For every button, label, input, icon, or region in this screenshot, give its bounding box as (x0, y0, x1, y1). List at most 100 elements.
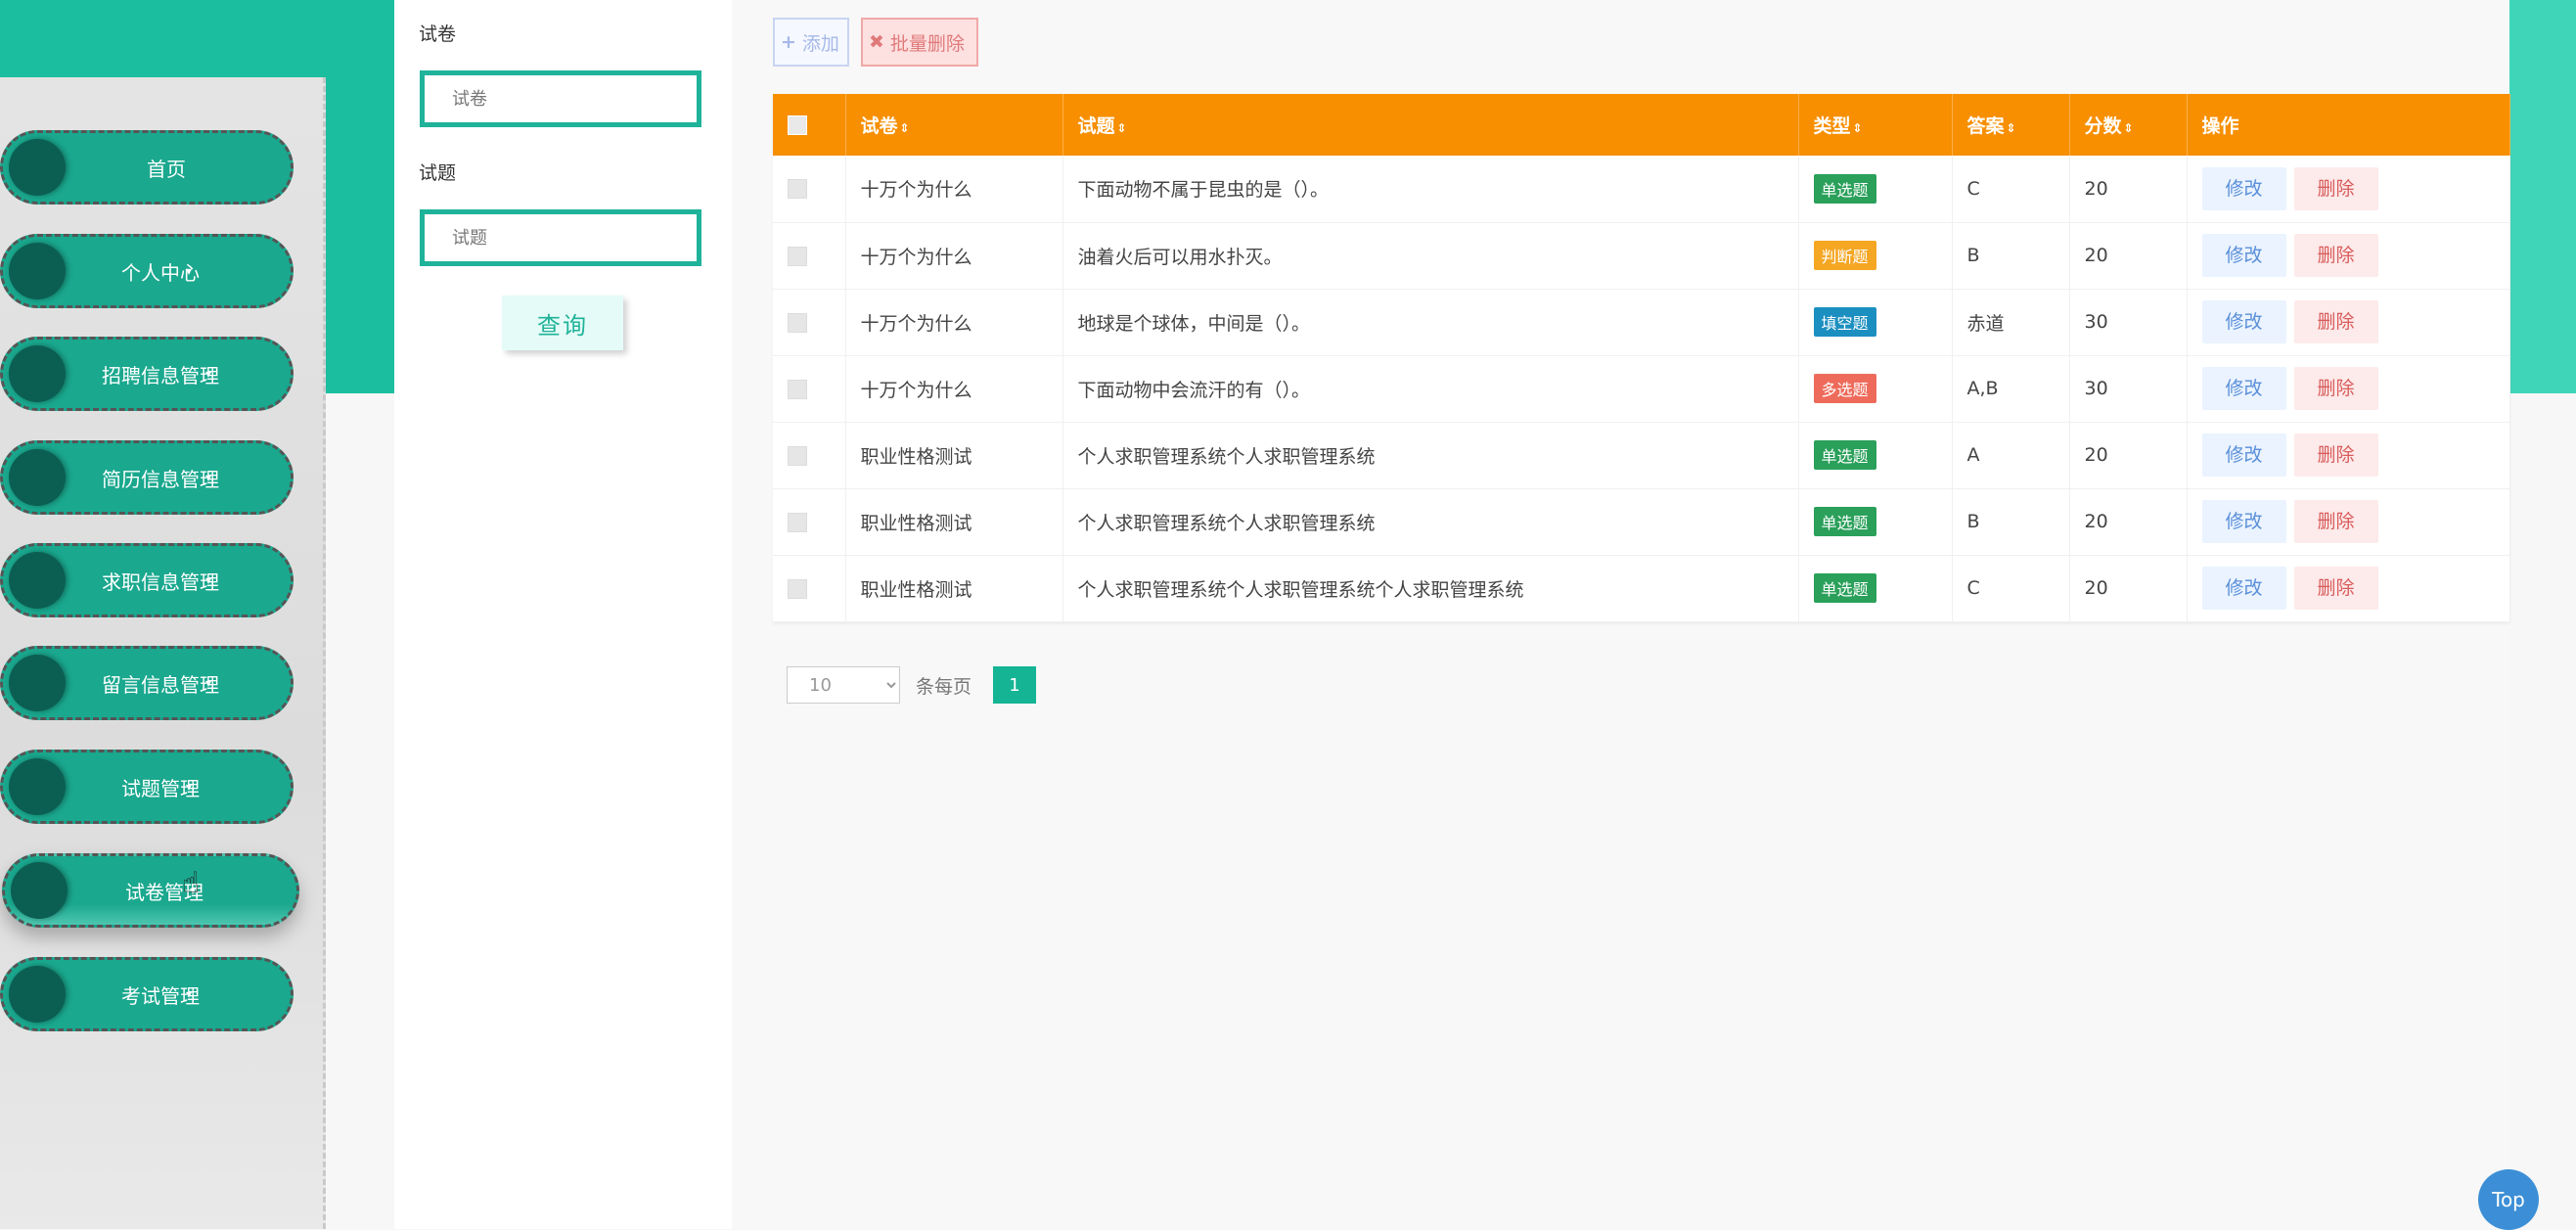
delete-button[interactable]: 删除 (2293, 367, 2378, 410)
type-badge: 多选题 (1813, 374, 1876, 403)
sidebar-item[interactable]: 个人中心 ▾ (0, 234, 294, 308)
table-row: 十万个为什么 下面动物不属于昆虫的是（）。 单选题 C 20 修改 删除 (773, 156, 2510, 222)
add-button[interactable]: + 添加 (773, 18, 849, 67)
type-badge: 判断题 (1813, 241, 1876, 270)
actions-cell: 修改 删除 (2187, 355, 2510, 422)
row-checkbox[interactable] (788, 578, 807, 599)
column-header-paper[interactable]: 试卷 ⇕ (845, 94, 1063, 156)
question-search-input[interactable] (420, 209, 701, 266)
answer-cell: 赤道 (1952, 289, 2070, 355)
add-button-label: 添加 (801, 32, 839, 55)
type-cell: 填空题 (1798, 289, 1953, 355)
paper-cell: 十万个为什么 (845, 355, 1063, 422)
sidebar-item[interactable]: 首页 (0, 130, 294, 205)
type-badge: 单选题 (1813, 440, 1876, 470)
sort-icon: ⇕ (1852, 121, 1863, 135)
query-button[interactable]: 查询 (502, 296, 623, 350)
column-header-answer[interactable]: 答案 ⇕ (1952, 94, 2070, 156)
row-checkbox[interactable] (788, 379, 807, 399)
edit-button[interactable]: 修改 (2201, 500, 2286, 543)
paper-search-input[interactable] (420, 70, 701, 127)
edit-button[interactable]: 修改 (2201, 166, 2286, 210)
answer-cell: C (1952, 156, 2070, 222)
column-header-type[interactable]: 类型 ⇕ (1798, 94, 1953, 156)
header-checkbox-cell (773, 94, 846, 156)
delete-button[interactable]: 删除 (2293, 166, 2378, 210)
sort-icon: ⇕ (899, 121, 910, 135)
sidebar-item-label: 首页 (147, 157, 186, 181)
row-checkbox[interactable] (788, 512, 807, 532)
row-checkbox[interactable] (788, 179, 807, 200)
question-search-label: 试题 (419, 162, 457, 184)
score-cell: 20 (2069, 422, 2188, 488)
delete-button[interactable]: 删除 (2293, 567, 2378, 610)
table-row: 职业性格测试 个人求职管理系统个人求职管理系统个人求职管理系统 单选题 C 20 修改 删除 (773, 555, 2510, 621)
row-checkbox-cell (773, 488, 846, 555)
edit-button[interactable]: 修改 (2201, 234, 2286, 277)
type-cell: 单选题 (1798, 156, 1953, 222)
nav-circle-icon (9, 552, 66, 609)
column-header-score[interactable]: 分数 ⇕ (2069, 94, 2188, 156)
sidebar-item[interactable]: 试题管理 ▾ (0, 750, 294, 824)
delete-button[interactable]: 删除 (2293, 500, 2378, 543)
sidebar-item[interactable]: 简历信息管理 ▾ (0, 440, 294, 515)
batch-delete-button-label: 批量删除 (889, 32, 965, 55)
close-icon: ✖ (869, 31, 884, 53)
batch-delete-button[interactable]: ✖ 批量删除 (861, 18, 978, 67)
row-checkbox-cell (773, 355, 846, 422)
paper-cell: 职业性格测试 (845, 555, 1063, 621)
nav-circle-icon (9, 243, 66, 299)
paper-search-label: 试卷 (419, 23, 457, 45)
delete-button[interactable]: 删除 (2293, 300, 2378, 343)
sidebar-item[interactable]: 留言信息管理 ▾ (0, 646, 294, 720)
page-number-button[interactable]: 1 (993, 666, 1037, 704)
answer-cell: B (1952, 222, 2070, 289)
page-size-select[interactable]: 10 (787, 666, 900, 704)
actions-cell: 修改 删除 (2187, 156, 2510, 222)
main-content: + 添加 ✖ 批量删除 试卷⇕ 试题⇕ 类型⇕ 答案⇕ 分数⇕ 操作 (732, 0, 2510, 1229)
actions-cell: 修改 删除 (2187, 422, 2510, 488)
edit-button[interactable]: 修改 (2201, 367, 2286, 410)
edit-button[interactable]: 修改 (2201, 433, 2286, 477)
sidebar-item[interactable]: 考试管理 ▾ (0, 957, 294, 1031)
row-checkbox[interactable] (788, 312, 807, 333)
edit-button[interactable]: 修改 (2201, 567, 2286, 610)
actions-cell: 修改 删除 (2187, 289, 2510, 355)
nav-circle-icon (9, 449, 66, 506)
answer-cell: A,B (1952, 355, 2070, 422)
edit-button[interactable]: 修改 (2201, 300, 2286, 343)
delete-button[interactable]: 删除 (2293, 234, 2378, 277)
question-cell: 个人求职管理系统个人求职管理系统 (1062, 422, 1799, 488)
type-badge: 填空题 (1813, 307, 1876, 337)
paper-cell: 职业性格测试 (845, 488, 1063, 555)
type-badge: 单选题 (1813, 173, 1876, 204)
hand-cursor-icon: ☝ (182, 866, 201, 900)
sidebar-item-label: 个人中心 (120, 260, 200, 285)
sidebar-item[interactable]: 试卷管理 ▾ (2, 853, 299, 928)
row-checkbox[interactable] (788, 445, 807, 466)
question-cell: 地球是个球体，中间是（）。 (1062, 289, 1799, 355)
sidebar-item[interactable]: 求职信息管理 ▾ (0, 543, 294, 617)
table-row: 职业性格测试 个人求职管理系统个人求职管理系统 单选题 A 20 修改 删除 (773, 422, 2510, 488)
answer-cell: A (1952, 422, 2070, 488)
sidebar-item-label: 试题管理 (120, 776, 200, 800)
table-row: 十万个为什么 下面动物中会流汗的有（）。 多选题 A,B 30 修改 删除 (773, 355, 2510, 422)
row-checkbox[interactable] (788, 246, 807, 266)
back-to-top-button[interactable]: Top (2478, 1169, 2539, 1230)
type-cell: 单选题 (1798, 488, 1953, 555)
sidebar-item[interactable]: 招聘信息管理 ▾ (0, 337, 294, 411)
table-row: 十万个为什么 地球是个球体，中间是（）。 填空题 赤道 30 修改 删除 (773, 289, 2510, 355)
nav-circle-icon (9, 655, 66, 711)
type-cell: 判断题 (1798, 222, 1953, 289)
answer-cell: B (1952, 488, 2070, 555)
row-checkbox-cell (773, 422, 846, 488)
question-cell: 下面动物不属于昆虫的是（）。 (1062, 156, 1799, 222)
delete-button[interactable]: 删除 (2293, 433, 2378, 477)
table-header-row: 试卷 ⇕ 试题 ⇕ 类型 ⇕ 答案 ⇕ 分数 ⇕ 操作 (773, 94, 2510, 156)
score-cell: 30 (2069, 289, 2188, 355)
table-row: 职业性格测试 个人求职管理系统个人求职管理系统 单选题 B 20 修改 删除 (773, 488, 2510, 555)
column-header-question[interactable]: 试题 ⇕ (1062, 94, 1799, 156)
select-all-checkbox[interactable] (788, 115, 807, 135)
sort-icon: ⇕ (2123, 121, 2134, 135)
row-checkbox-cell (773, 555, 846, 621)
